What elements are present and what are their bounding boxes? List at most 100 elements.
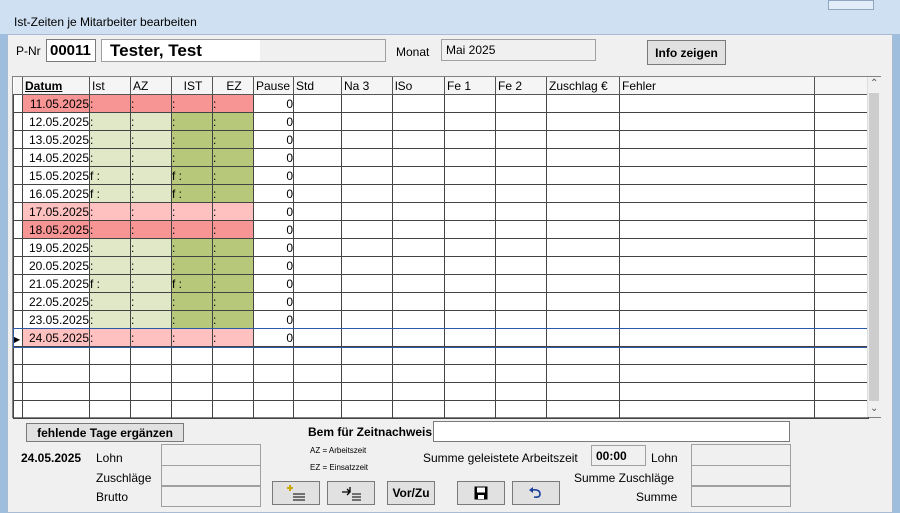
grid-cell[interactable] [546,166,620,185]
grid-cell[interactable] [392,184,445,203]
grid-cell[interactable] [814,184,869,203]
grid-cell[interactable] [495,202,547,221]
scroll-up-icon[interactable]: ⌃ [870,78,878,89]
row-selector[interactable]: ▶ [13,328,23,347]
grid-cell[interactable] [341,346,393,365]
grid-cell[interactable] [619,400,815,419]
grid-cell[interactable] [293,400,342,419]
grid-cell[interactable] [13,346,23,365]
table-row[interactable]: 15.05.2025 f ::f ::0 [13,166,869,185]
empty-row[interactable] [13,400,869,419]
grid-cell[interactable] [212,346,254,365]
insert-row-button[interactable] [327,481,375,505]
grid-cell[interactable] [619,274,815,293]
grid-cell[interactable] [814,256,869,275]
date-cell[interactable]: 17.05.2025 [22,202,90,221]
grid-cell[interactable] [171,382,213,401]
grid-cell[interactable] [212,364,254,383]
grid-cell[interactable] [546,328,620,347]
grid-cell[interactable] [814,130,869,149]
grid-cell[interactable] [392,238,445,257]
grid-cell[interactable] [341,328,393,347]
table-row[interactable]: 11.05.2025::::0 [13,94,869,113]
row-selector[interactable] [13,238,23,257]
grid-cell[interactable] [22,382,90,401]
grid-cell[interactable] [293,328,342,347]
grid-cell[interactable] [814,292,869,311]
grid-cell[interactable] [814,238,869,257]
pause-cell[interactable]: 0 [253,94,294,113]
grid-cell[interactable] [444,382,496,401]
grid-cell[interactable] [392,274,445,293]
date-cell[interactable]: 19.05.2025 [22,238,90,257]
col-ez[interactable]: EZ [212,77,254,95]
grid-cell[interactable] [619,130,815,149]
date-cell[interactable]: 20.05.2025 [22,256,90,275]
grid-cell[interactable] [495,166,547,185]
col-na3[interactable]: Na 3 [341,77,393,95]
table-row[interactable]: 18.05.2025::::0 [13,220,869,239]
grid-cell[interactable] [495,382,547,401]
ez-cell[interactable]: : [212,166,254,185]
empty-row[interactable] [13,346,869,365]
grid-cell[interactable] [814,400,869,419]
grid-cell[interactable] [546,256,620,275]
ist-upper-cell[interactable]: : [171,148,213,167]
grid-cell[interactable] [619,328,815,347]
ist-cell[interactable]: f : [89,184,131,203]
az-cell[interactable]: : [130,274,172,293]
az-cell[interactable]: : [130,238,172,257]
ist-upper-cell[interactable]: : [171,256,213,275]
col-fehler[interactable]: Fehler [619,77,815,95]
pause-cell[interactable]: 0 [253,220,294,239]
row-selector[interactable] [13,256,23,275]
grid-cell[interactable] [293,256,342,275]
grid-cell[interactable] [495,112,547,131]
grid-cell[interactable] [619,148,815,167]
row-selector[interactable] [13,130,23,149]
empty-row[interactable] [13,382,869,401]
ez-cell[interactable]: : [212,292,254,311]
row-selector[interactable] [13,310,23,329]
grid-cell[interactable] [253,400,294,419]
grid-cell[interactable] [495,346,547,365]
grid-cell[interactable] [293,310,342,329]
row-selector[interactable] [13,112,23,131]
grid-cell[interactable] [814,346,869,365]
ist-upper-cell[interactable]: : [171,328,213,347]
grid-cell[interactable] [22,400,90,419]
ist-upper-cell[interactable]: f : [171,184,213,203]
grid-cell[interactable] [392,220,445,239]
grid-cell[interactable] [814,220,869,239]
ist-cell[interactable]: : [89,238,131,257]
grid-cell[interactable] [444,364,496,383]
col-zuschlag[interactable]: Zuschlag € [546,77,620,95]
row-selector[interactable] [13,94,23,113]
grid-cell[interactable] [495,94,547,113]
grid-cell[interactable] [495,274,547,293]
grid-cell[interactable] [444,400,496,419]
az-cell[interactable]: : [130,112,172,131]
table-row[interactable]: 21.05.2025 f ::f ::0 [13,274,869,293]
ez-cell[interactable]: : [212,220,254,239]
date-cell[interactable]: 18.05.2025 [22,220,90,239]
pause-cell[interactable]: 0 [253,292,294,311]
col-ist[interactable]: Ist [89,77,131,95]
ist-upper-cell[interactable]: : [171,112,213,131]
grid-cell[interactable] [341,112,393,131]
grid-cell[interactable] [392,148,445,167]
grid-cell[interactable] [293,238,342,257]
grid-cell[interactable] [212,382,254,401]
grid-cell[interactable] [814,364,869,383]
grid-cell[interactable] [444,256,496,275]
grid-cell[interactable] [13,382,23,401]
az-cell[interactable]: : [130,202,172,221]
grid-cell[interactable] [341,202,393,221]
col-az[interactable]: AZ [130,77,172,95]
grid-cell[interactable] [495,220,547,239]
grid-cell[interactable] [293,166,342,185]
grid-cell[interactable] [392,328,445,347]
table-row[interactable]: ▶ 24.05.2025::::0 [12,327,870,348]
grid-cell[interactable] [495,310,547,329]
table-row[interactable]: 19.05.2025::::0 [13,238,869,257]
